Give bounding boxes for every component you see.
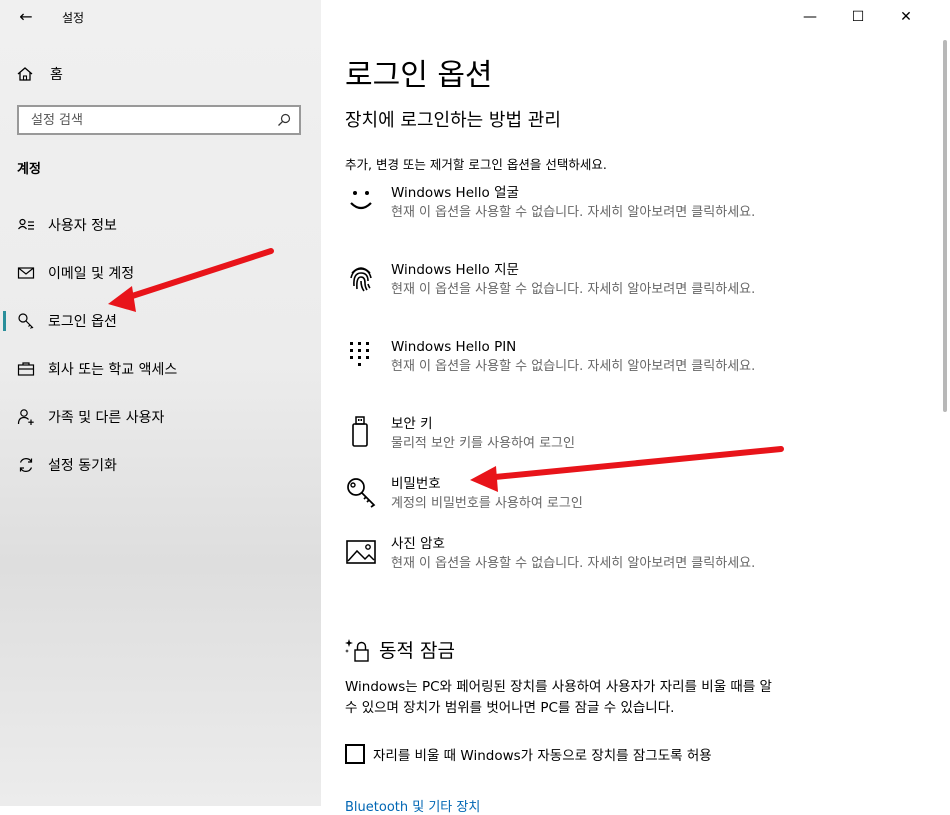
- app-title: 설정: [62, 11, 85, 25]
- page-subtitle: 장치에 로그인하는 방법 관리: [345, 110, 561, 131]
- sidebar-item-sync-settings[interactable]: 설정 동기화: [0, 445, 321, 485]
- dynamic-lock-checkbox-row[interactable]: 자리를 비울 때 Windows가 자동으로 장치를 잠그도록 허용: [345, 744, 712, 764]
- window-controls: — ☐ ✕: [786, 0, 930, 34]
- sidebar-item-email-accounts[interactable]: 이메일 및 계정: [0, 253, 321, 293]
- sidebar-item-label: 로그인 옵션: [48, 314, 117, 330]
- sidebar: ← 설정 홈 계정 사용자 정보 이메일 및 계정: [0, 0, 321, 806]
- back-button[interactable]: ←: [16, 7, 36, 27]
- search-box[interactable]: [17, 105, 301, 135]
- sidebar-item-label: 설정 동기화: [48, 458, 117, 474]
- option-description: 현재 이 옵션을 사용할 수 없습니다. 자세히 알아보려면 클릭하세요.: [391, 556, 756, 571]
- mail-icon: [17, 267, 35, 279]
- dynamic-lock-header: 동적 잠금: [345, 636, 455, 663]
- sidebar-item-label: 가족 및 다른 사용자: [48, 410, 165, 426]
- option-description: 계정의 비밀번호를 사용하여 로그인: [391, 496, 583, 511]
- option-windows-hello-pin[interactable]: Windows Hello PIN 현재 이 옵션을 사용할 수 없습니다. 자…: [345, 337, 791, 377]
- picture-icon: [346, 540, 376, 564]
- option-description: 현재 이 옵션을 사용할 수 없습니다. 자세히 알아보려면 클릭하세요.: [391, 282, 756, 297]
- dynamic-lock-description: Windows는 PC와 페어링된 장치를 사용하여 사용자가 자리를 비울 때…: [345, 679, 772, 716]
- option-password[interactable]: 비밀번호 계정의 비밀번호를 사용하여 로그인: [345, 474, 791, 514]
- maximize-button[interactable]: ☐: [834, 0, 882, 34]
- fingerprint-icon: [350, 267, 372, 292]
- option-windows-hello-face[interactable]: Windows Hello 얼굴 현재 이 옵션을 사용할 수 없습니다. 자세…: [345, 183, 791, 223]
- option-description: 현재 이 옵션을 사용할 수 없습니다. 자세히 알아보려면 클릭하세요.: [391, 205, 756, 220]
- option-title: Windows Hello 지문: [391, 262, 519, 278]
- pin-keypad-icon: [350, 342, 369, 366]
- key-icon: [18, 313, 34, 329]
- close-button[interactable]: ✕: [882, 0, 930, 34]
- sidebar-item-user-info[interactable]: 사용자 정보: [0, 205, 321, 245]
- home-icon: [17, 67, 33, 81]
- person-card-icon: [18, 218, 34, 230]
- titlebar-left: ← 설정: [0, 0, 321, 36]
- option-windows-hello-fingerprint[interactable]: Windows Hello 지문 현재 이 옵션을 사용할 수 없습니다. 자세…: [345, 260, 791, 300]
- briefcase-icon: [17, 362, 35, 376]
- sidebar-item-label: 이메일 및 계정: [48, 266, 135, 282]
- section-header: 계정: [17, 162, 41, 177]
- usb-security-key-icon: [352, 416, 368, 447]
- main-content: — ☐ ✕ 로그인 옵션 장치에 로그인하는 방법 관리 추가, 변경 또는 제…: [321, 0, 940, 815]
- add-person-icon: [17, 409, 34, 425]
- option-title: 사진 암호: [391, 536, 445, 552]
- option-title: Windows Hello PIN: [391, 339, 517, 355]
- home-nav-item[interactable]: 홈: [16, 62, 63, 86]
- scrollbar-thumb[interactable]: [943, 40, 947, 412]
- home-label: 홈: [50, 67, 63, 83]
- dynamic-lock-icon: [345, 638, 369, 662]
- option-description: 현재 이 옵션을 사용할 수 없습니다. 자세히 알아보려면 클릭하세요.: [391, 359, 756, 374]
- search-input[interactable]: [27, 112, 277, 128]
- sidebar-item-label: 회사 또는 학교 액세스: [48, 362, 178, 378]
- sidebar-item-work-school[interactable]: 회사 또는 학교 액세스: [0, 349, 321, 389]
- smile-face-icon: [350, 191, 372, 210]
- sidebar-item-family-users[interactable]: 가족 및 다른 사용자: [0, 397, 321, 437]
- option-picture-password[interactable]: 사진 암호 현재 이 옵션을 사용할 수 없습니다. 자세히 알아보려면 클릭하…: [345, 534, 791, 574]
- checkbox-label: 자리를 비울 때 Windows가 자동으로 장치를 잠그도록 허용: [373, 748, 712, 764]
- search-icon[interactable]: [277, 113, 291, 127]
- option-title: 보안 키: [391, 416, 433, 432]
- sidebar-item-label: 사용자 정보: [48, 218, 117, 234]
- minimize-button[interactable]: —: [786, 0, 834, 34]
- option-description: 물리적 보안 키를 사용하여 로그인: [391, 436, 575, 451]
- option-title: Windows Hello 얼굴: [391, 185, 519, 201]
- dynamic-lock-title: 동적 잠금: [379, 640, 455, 662]
- option-security-key[interactable]: 보안 키 물리적 보안 키를 사용하여 로그인: [345, 414, 791, 454]
- sidebar-item-sign-in-options[interactable]: 로그인 옵션: [0, 301, 321, 341]
- page-title: 로그인 옵션: [345, 58, 493, 93]
- dynamic-lock-checkbox[interactable]: [345, 744, 365, 764]
- key-icon: [347, 478, 376, 508]
- option-title: 비밀번호: [391, 476, 441, 492]
- scrollbar[interactable]: [940, 0, 950, 806]
- instruction-text: 추가, 변경 또는 제거할 로그인 옵션을 선택하세요.: [345, 157, 607, 172]
- sync-icon: [19, 458, 33, 472]
